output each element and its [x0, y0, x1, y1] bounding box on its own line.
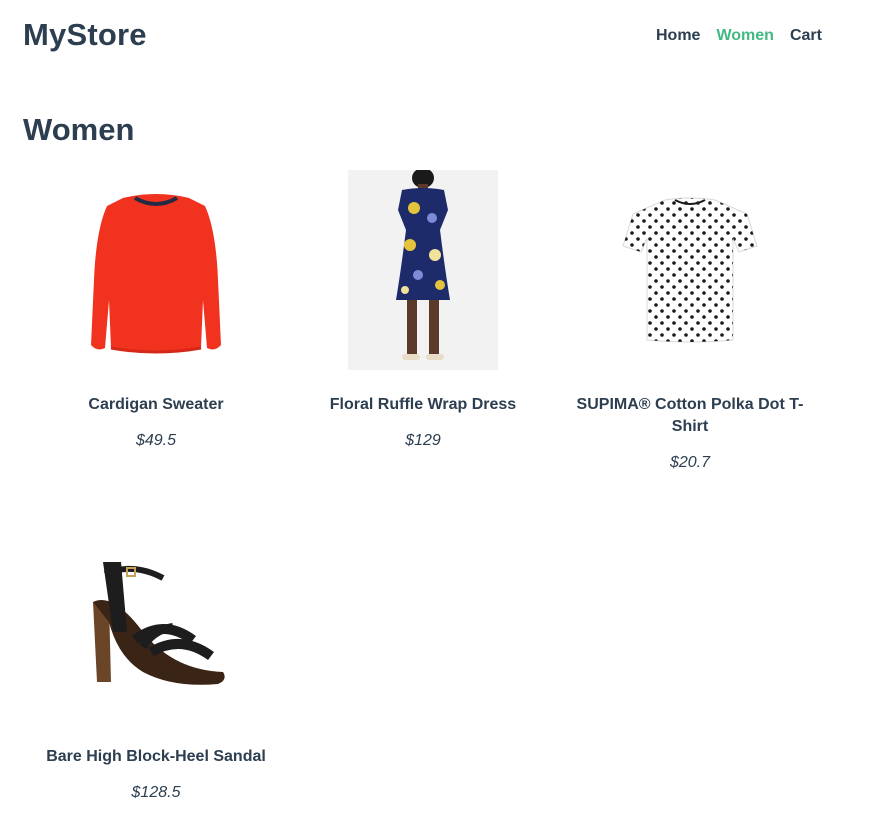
- nav-home-link[interactable]: Home: [656, 27, 700, 45]
- page-title: Women: [23, 112, 135, 147]
- site-header: MyStore Home Women Cart: [0, 0, 874, 80]
- product-card[interactable]: Bare High Block-Heel Sandal $128.5: [23, 522, 289, 802]
- nav-women-link[interactable]: Women: [716, 27, 773, 45]
- main-nav: Home Women Cart: [656, 27, 822, 45]
- product-price: $49.5: [135, 432, 177, 449]
- product-price: $128.5: [131, 784, 181, 801]
- nav-cart-link[interactable]: Cart: [790, 27, 822, 45]
- product-price: $129: [405, 432, 441, 449]
- product-card[interactable]: Floral Ruffle Wrap Dress $129: [290, 170, 556, 450]
- store-logo[interactable]: MyStore: [23, 17, 147, 53]
- product-name[interactable]: SUPIMA® Cotton Polka Dot T-Shirt: [557, 394, 823, 438]
- product-card[interactable]: SUPIMA® Cotton Polka Dot T-Shirt $20.7: [557, 170, 823, 472]
- product-name[interactable]: Bare High Block-Heel Sandal: [23, 746, 289, 768]
- red-sweater-image[interactable]: [23, 170, 289, 370]
- product-price: $20.7: [669, 454, 711, 471]
- block-heel-sandal-image[interactable]: [23, 522, 289, 722]
- floral-dress-image[interactable]: [290, 170, 556, 370]
- product-name[interactable]: Floral Ruffle Wrap Dress: [290, 394, 556, 416]
- product-card[interactable]: Cardigan Sweater $49.5: [23, 170, 289, 450]
- product-name[interactable]: Cardigan Sweater: [23, 394, 289, 416]
- polka-dot-tshirt-image[interactable]: [557, 170, 823, 370]
